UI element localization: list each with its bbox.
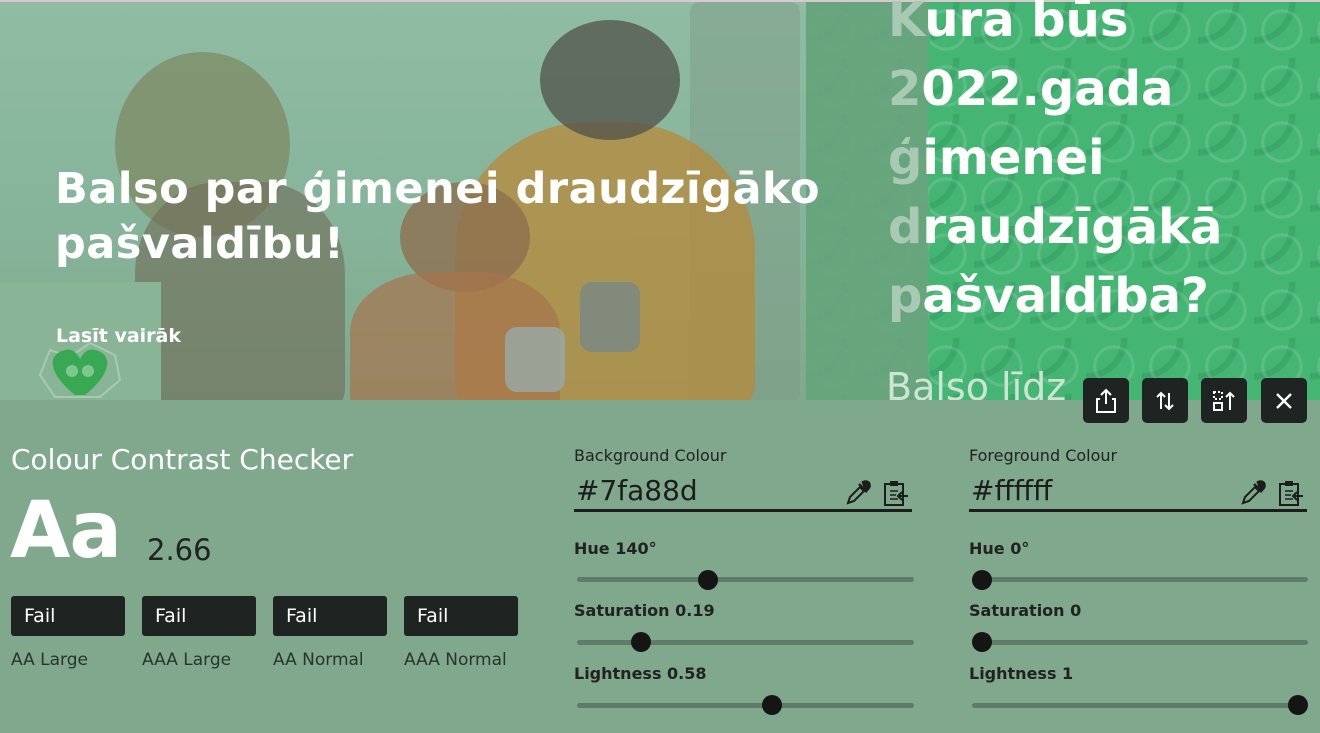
- question-line: Kura būs: [888, 0, 1129, 48]
- paste-icon[interactable]: [882, 479, 910, 507]
- fg-lightness-label: Lightness 1: [969, 664, 1074, 683]
- bg-lightness-label: Lightness 0.58: [574, 664, 707, 683]
- bg-saturation-thumb[interactable]: [631, 632, 652, 652]
- sample-text: Aa: [10, 486, 122, 576]
- close-button[interactable]: [1261, 378, 1307, 423]
- aaa-normal-result: Fail: [404, 596, 518, 636]
- bg-saturation-label: Saturation 0.19: [574, 601, 715, 620]
- swap-colours-button[interactable]: [1142, 378, 1188, 423]
- aa-normal-label: AA Normal: [273, 650, 364, 670]
- fg-lightness-thumb[interactable]: [1288, 695, 1308, 715]
- paste-icon[interactable]: [1277, 479, 1305, 507]
- share-icon: [1096, 388, 1116, 413]
- promo-heading-line1: Balso par ģimenei draudzīgāko: [55, 164, 821, 214]
- fg-saturation-slider[interactable]: [972, 640, 1308, 645]
- contrast-ratio: 2.66: [147, 533, 212, 567]
- promo-heading: Balso par ģimenei draudzīgāko pašvaldību…: [55, 162, 820, 272]
- fg-hue-slider[interactable]: [972, 577, 1308, 582]
- question-heading: Kura būs 2022.gada ģimenei draudzīgākā p…: [888, 0, 1222, 331]
- aaa-normal-label: AAA Normal: [404, 650, 507, 670]
- fg-lightness-slider[interactable]: [972, 703, 1308, 708]
- fg-saturation-label: Saturation 0: [969, 601, 1082, 620]
- bg-hue-slider[interactable]: [577, 577, 914, 582]
- close-icon: [1276, 392, 1292, 409]
- bg-saturation-slider[interactable]: [577, 640, 914, 645]
- question-line: pašvaldība?: [888, 268, 1209, 324]
- checker-title: Colour Contrast Checker: [11, 443, 354, 476]
- aa-large-result: Fail: [11, 596, 125, 636]
- aaa-large-label: AAA Large: [142, 650, 232, 670]
- question-line: 2022.gada: [888, 61, 1174, 117]
- read-more-link[interactable]: Lasīt vairāk: [56, 325, 181, 347]
- eyedropper-icon[interactable]: [844, 479, 872, 507]
- bg-hue-thumb[interactable]: [698, 570, 719, 590]
- fg-hue-label: Hue 0°: [969, 539, 1030, 558]
- foreground-colour-label: Foreground Colour: [969, 446, 1118, 465]
- move-panel-button[interactable]: [1201, 378, 1247, 423]
- bg-lightness-slider[interactable]: [577, 703, 914, 708]
- eyedropper-icon[interactable]: [1239, 479, 1267, 507]
- fg-hue-thumb[interactable]: [972, 570, 992, 590]
- fg-saturation-thumb[interactable]: [972, 632, 992, 652]
- promo-heading-line2: pašvaldību!: [55, 219, 345, 269]
- export-button[interactable]: [1083, 378, 1129, 423]
- swap-arrows-icon: [1156, 391, 1174, 410]
- background-colour-label: Background Colour: [574, 446, 727, 465]
- dock-move-icon: [1213, 390, 1235, 411]
- aa-large-label: AA Large: [11, 650, 88, 670]
- bg-hue-label: Hue 140°: [574, 539, 657, 558]
- aaa-large-result: Fail: [142, 596, 256, 636]
- aa-normal-result: Fail: [273, 596, 387, 636]
- question-line: ģimenei: [888, 130, 1105, 186]
- question-line: draudzīgākā: [888, 199, 1223, 255]
